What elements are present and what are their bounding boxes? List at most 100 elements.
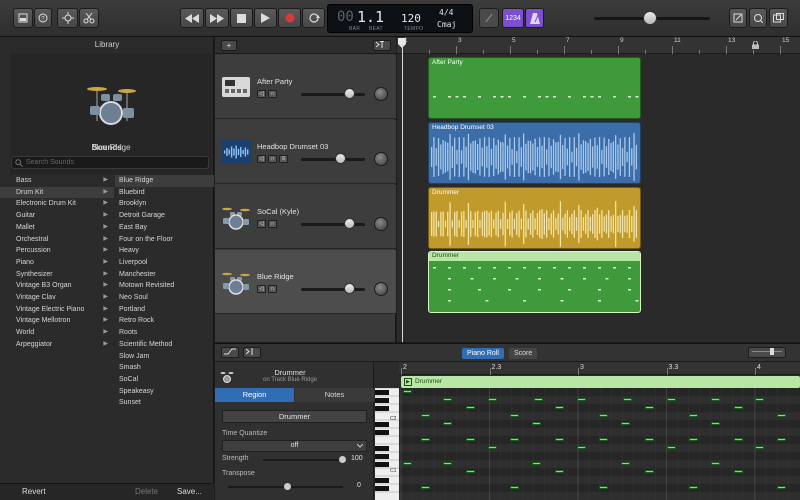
automation-button[interactable]	[221, 347, 239, 358]
ruler[interactable]: 1 3 5 7 9 11 13 15	[397, 37, 800, 54]
library-patch-item[interactable]: Blue Ridge	[115, 175, 214, 187]
midi-note[interactable]	[577, 398, 586, 401]
media-browser-button[interactable]	[769, 8, 788, 28]
midi-note[interactable]	[421, 414, 430, 417]
lcd-display[interactable]: 00 1.1 BAR BEAT 120 TEMPO 4/4 Cmaj	[327, 4, 473, 33]
midi-note[interactable]	[734, 470, 743, 473]
track-mute-button[interactable]: ◁	[257, 155, 266, 163]
midi-note[interactable]	[466, 470, 475, 473]
midi-note[interactable]	[711, 422, 720, 425]
track-headphones-button[interactable]: ∩	[268, 220, 277, 228]
play-button[interactable]	[254, 8, 277, 28]
track-header[interactable]: Headbop Drumset 03 ◁ ∩ ≡	[215, 120, 396, 184]
master-volume-thumb[interactable]	[643, 11, 657, 25]
library-patch-item[interactable]: Detroit Garage	[115, 210, 214, 222]
track-volume-thumb[interactable]	[343, 218, 355, 229]
library-category-item[interactable]: Guitar ▶	[0, 210, 114, 222]
midi-note[interactable]	[645, 470, 654, 473]
track-region[interactable]: After Party	[428, 57, 641, 119]
track-volume-thumb[interactable]	[335, 153, 347, 164]
track-mute-button[interactable]: ◁	[257, 285, 266, 293]
track-header[interactable]: After Party ◁ ∩	[215, 55, 396, 119]
midi-note[interactable]	[777, 414, 786, 417]
track-headphones-button[interactable]: ∩	[268, 90, 277, 98]
midi-note[interactable]	[577, 446, 586, 449]
track-region[interactable]: Drummer	[428, 187, 641, 249]
tracks-area[interactable]: 1 3 5 7 9 11 13 15 After Party Headbop Drumset 0…	[397, 37, 800, 342]
midi-note[interactable]	[689, 414, 698, 417]
midi-note[interactable]	[534, 398, 543, 401]
track-mute-button[interactable]: ◁	[257, 220, 266, 228]
midi-note[interactable]	[403, 462, 412, 465]
midi-note[interactable]	[555, 406, 564, 409]
track-headphones-button[interactable]: ∩	[268, 155, 277, 163]
midi-note[interactable]	[777, 438, 786, 441]
tuner-button[interactable]	[479, 8, 499, 28]
midi-note[interactable]	[443, 462, 452, 465]
transpose-thumb[interactable]	[284, 483, 291, 490]
playhead[interactable]	[402, 44, 403, 342]
library-patch-item[interactable]: Neo Soul	[115, 292, 214, 304]
midi-note[interactable]	[621, 462, 630, 465]
track-headphones-button[interactable]: ∩	[268, 285, 277, 293]
track-pan-knob[interactable]	[374, 217, 388, 231]
track-region[interactable]: Drummer	[428, 251, 641, 313]
midi-note[interactable]	[488, 398, 497, 401]
loops-button[interactable]	[749, 8, 767, 28]
track-volume-thumb[interactable]	[343, 283, 355, 294]
midi-note[interactable]	[488, 446, 497, 449]
library-category-item[interactable]: Vintage B3 Organ ▶	[0, 280, 114, 292]
midi-note[interactable]	[403, 390, 412, 393]
library-category-item[interactable]: Arpeggiator ▶	[0, 339, 114, 351]
rewind-button[interactable]	[180, 8, 204, 28]
midi-note[interactable]	[510, 438, 519, 441]
library-patch-item[interactable]: SoCal	[115, 374, 214, 386]
library-category-item[interactable]: Piano ▶	[0, 257, 114, 269]
midi-note[interactable]	[667, 398, 676, 401]
library-patch-item[interactable]: Smash	[115, 362, 214, 374]
smart-controls-button[interactable]	[57, 8, 78, 28]
library-patch-item[interactable]: Motown Revisited	[115, 280, 214, 292]
metronome-button[interactable]	[525, 8, 544, 28]
save-button[interactable]: Save...	[177, 487, 202, 496]
library-patch-item[interactable]: Liverpool	[115, 257, 214, 269]
library-category-item[interactable]: Synthesizer ▶	[0, 269, 114, 281]
midi-note[interactable]	[711, 462, 720, 465]
library-category-item[interactable]: Vintage Mellotron ▶	[0, 315, 114, 327]
track-pan-knob[interactable]	[374, 282, 388, 296]
library-patch-item[interactable]: Portland	[115, 304, 214, 316]
strength-slider[interactable]	[263, 459, 343, 461]
library-category-item[interactable]: Drum Kit ▶	[0, 186, 114, 199]
editors-button[interactable]	[79, 8, 99, 28]
revert-button[interactable]: Revert	[22, 487, 46, 496]
region-name-field[interactable]: Drummer	[222, 410, 367, 423]
search-sounds-input[interactable]: Search Sounds	[11, 156, 209, 169]
count-in-button[interactable]: 1234	[502, 8, 524, 28]
track-mute-button[interactable]: ◁	[257, 90, 266, 98]
tab-region[interactable]: Region	[215, 388, 294, 402]
midi-note[interactable]	[755, 398, 764, 401]
midi-note[interactable]	[755, 446, 764, 449]
track-header[interactable]: SoCal (Kyle) ◁ ∩	[215, 185, 396, 249]
library-category-item[interactable]: Percussion ▶	[0, 245, 114, 257]
library-category-item[interactable]: Vintage Clav ▶	[0, 292, 114, 304]
track-pan-knob[interactable]	[374, 87, 388, 101]
library-patch-item[interactable]: Four on the Floor	[115, 234, 214, 246]
library-patch-item[interactable]: Heavy	[115, 245, 214, 257]
midi-note[interactable]	[443, 422, 452, 425]
quick-help-button[interactable]: ?	[34, 8, 52, 28]
midi-note[interactable]	[555, 470, 564, 473]
track-region[interactable]: Headbop Drumset 03	[428, 122, 641, 184]
notepad-button[interactable]	[729, 8, 747, 28]
midi-note[interactable]	[510, 414, 519, 417]
library-patch-item[interactable]: East Bay	[115, 222, 214, 234]
tab-piano-roll[interactable]: Piano Roll	[462, 348, 504, 359]
midi-note[interactable]	[599, 486, 608, 489]
catch-playhead-button[interactable]	[373, 40, 391, 51]
midi-note[interactable]	[734, 406, 743, 409]
track-input-monitor-button[interactable]: ≡	[279, 155, 288, 163]
midi-note[interactable]	[689, 486, 698, 489]
midi-note[interactable]	[645, 438, 654, 441]
track-volume-slider[interactable]	[301, 158, 365, 161]
strength-thumb[interactable]	[339, 456, 346, 463]
